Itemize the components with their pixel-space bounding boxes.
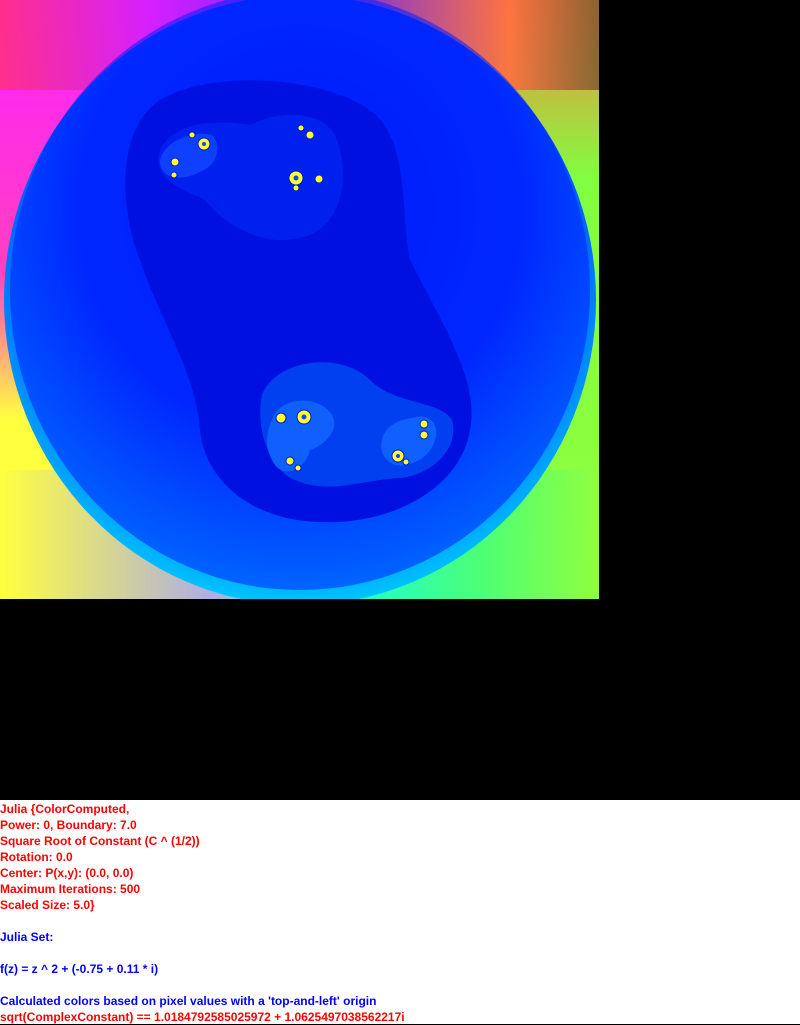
settings-line-iterations: Maximum Iterations: 500 (0, 882, 141, 896)
render-viewport (0, 0, 800, 800)
settings-line-rotation: Rotation: 0.0 (0, 850, 73, 864)
settings-line-constant-mode: Square Root of Constant (C ^ (1/2)) (0, 834, 200, 848)
settings-line-center: Center: P(x,y): (0.0, 0.0) (0, 866, 134, 880)
colors-note: Calculated colors based on pixel values … (0, 994, 377, 1008)
settings-line-scaled-size: Scaled Size: 5.0} (0, 898, 95, 912)
settings-line-type: Julia {ColorComputed, (0, 802, 130, 816)
settings-line-power: Power: 0, Boundary: 7.0 (0, 818, 137, 832)
formula-text: f(z) = z ^ 2 + (-0.75 + 0.11 * i) (0, 962, 159, 976)
info-panel: Julia {ColorComputed, Power: 0, Boundary… (0, 800, 800, 1024)
set-label: Julia Set: (0, 930, 54, 944)
sqrt-result: sqrt(ComplexConstant) == 1.0184792585025… (0, 1010, 405, 1024)
julia-fractal-image (0, 0, 599, 599)
